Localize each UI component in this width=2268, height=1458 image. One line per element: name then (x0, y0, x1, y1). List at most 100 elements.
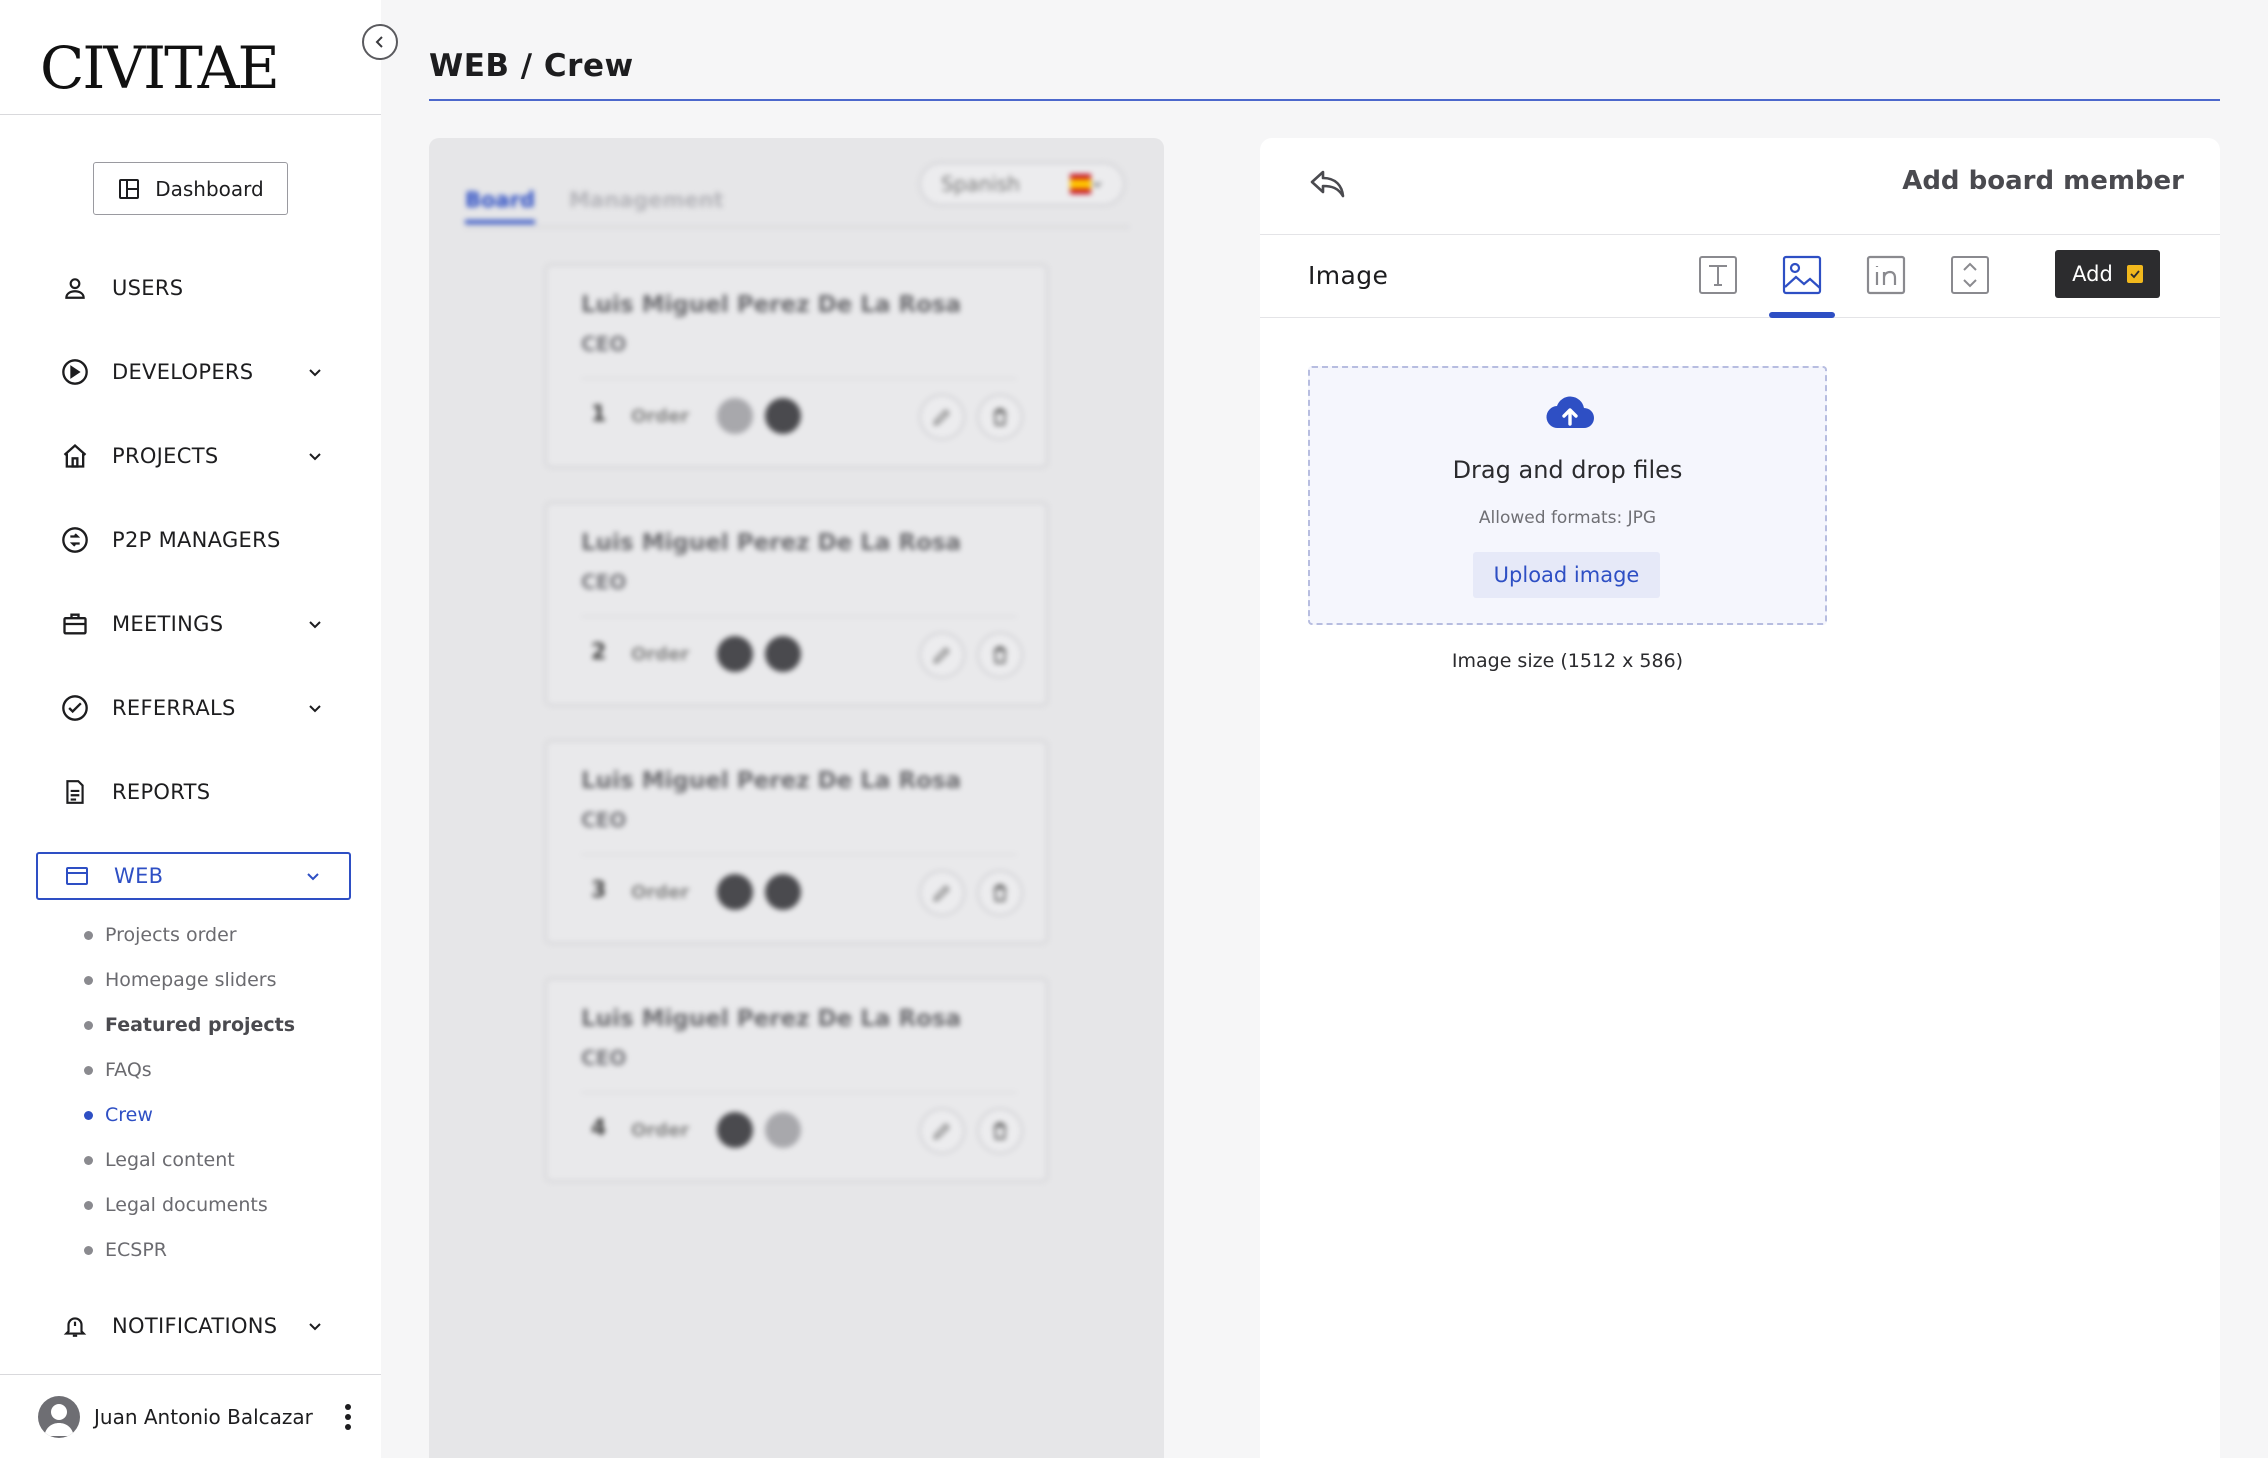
subnav-item-legal-documents[interactable]: Legal documents (84, 1190, 344, 1220)
text-section-button[interactable] (1696, 253, 1740, 297)
chevron-down-icon[interactable] (301, 610, 329, 638)
sidebar-item-p2p-managers[interactable]: P2P MANAGERS (36, 516, 351, 564)
collapse-sidebar-button[interactable] (362, 24, 398, 60)
sidebar-item-label: DEVELOPERS (112, 360, 254, 384)
p2p-icon (60, 525, 90, 555)
board-panel-content: Board Management Spanish Luis Miguel Per… (429, 138, 1164, 1458)
trash-icon (994, 408, 1006, 426)
add-button[interactable]: Add (2055, 250, 2160, 298)
subnav-label: Homepage sliders (105, 969, 277, 991)
check-circle-icon (60, 693, 90, 723)
divider (581, 1092, 1017, 1093)
chevron-down-icon[interactable] (301, 358, 329, 386)
chevron-down-icon[interactable] (301, 442, 329, 470)
avatar (38, 1396, 80, 1438)
edit-button[interactable] (919, 870, 965, 916)
member-name: Luis Miguel Perez De La Rosa (581, 292, 962, 318)
subnav-item-projects-order[interactable]: Projects order (84, 920, 344, 950)
trash-icon (994, 646, 1006, 664)
sidebar-item-projects[interactable]: PROJECTS (36, 432, 351, 480)
image-section-button[interactable] (1780, 253, 1824, 297)
back-button[interactable] (1306, 162, 1350, 206)
subnav-item-homepage-sliders[interactable]: Homepage sliders (84, 965, 344, 995)
member-name: Luis Miguel Perez De La Rosa (581, 1006, 962, 1032)
sidebar-item-users[interactable]: USERS (36, 264, 351, 312)
chevron-down-icon[interactable] (301, 1312, 329, 1340)
brand-logo: CIVITAE (40, 34, 280, 102)
move-down-button[interactable] (765, 1112, 801, 1148)
sidebar-item-developers[interactable]: DEVELOPERS (36, 348, 351, 396)
delete-button[interactable] (977, 394, 1023, 440)
pencil-icon (933, 647, 950, 664)
subnav-item-crew[interactable]: Crew (84, 1100, 344, 1130)
member-order-label: Order (631, 406, 690, 427)
bullet-icon (84, 1065, 93, 1075)
dashboard-label: Dashboard (155, 176, 264, 201)
trash-icon (994, 1122, 1006, 1140)
subnav-item-faqs[interactable]: FAQs (84, 1055, 344, 1085)
form-title: Add board member (1902, 166, 2184, 196)
member-role: CEO (581, 808, 627, 832)
subnav-item-legal-content[interactable]: Legal content (84, 1145, 344, 1175)
linkedin-icon (1866, 255, 1906, 295)
user-profile[interactable]: Juan Antonio Balcazar (38, 1394, 358, 1440)
edit-button[interactable] (919, 1108, 965, 1154)
tab-management[interactable]: Management (569, 188, 724, 212)
image-dropzone[interactable]: Drag and drop files Allowed formats: JPG… (1308, 366, 1827, 625)
upload-image-button[interactable]: Upload image (1473, 552, 1660, 598)
sidebar-item-reports[interactable]: REPORTS (36, 768, 351, 816)
browser-icon (62, 861, 92, 891)
sidebar-item-referrals[interactable]: REFERRALS (36, 684, 351, 732)
language-select[interactable]: Spanish (919, 162, 1125, 206)
kebab-menu-icon[interactable] (338, 1400, 358, 1434)
divider (581, 854, 1017, 855)
title-underline (429, 99, 2220, 101)
member-card: Luis Miguel Perez De La Rosa CEO 4 Order (545, 978, 1048, 1182)
sidebar-item-label: NOTIFICATIONS (112, 1314, 278, 1338)
move-up-button[interactable] (717, 398, 753, 434)
delete-button[interactable] (977, 632, 1023, 678)
move-up-button[interactable] (717, 874, 753, 910)
subnav-item-ecspr[interactable]: ECSPR (84, 1235, 344, 1265)
member-card: Luis Miguel Perez De La Rosa CEO 3 Order (545, 740, 1048, 944)
chevron-down-icon (1092, 181, 1102, 188)
dashboard-icon (119, 178, 140, 199)
move-up-button[interactable] (717, 636, 753, 672)
sidebar-item-notifications[interactable]: NOTIFICATIONS (36, 1302, 351, 1350)
order-section-button[interactable] (1948, 253, 1992, 297)
reply-arrow-icon (1310, 170, 1345, 198)
dashboard-button[interactable]: Dashboard (93, 162, 288, 215)
form-header: Add board member (1260, 138, 2220, 235)
bullet-icon (84, 930, 93, 940)
delete-button[interactable] (977, 870, 1023, 916)
sidebar-item-label: P2P MANAGERS (112, 528, 281, 552)
pencil-icon (933, 1123, 950, 1140)
sidebar-item-label: REPORTS (112, 780, 211, 804)
dropzone-title: Drag and drop files (1452, 456, 1683, 484)
subnav-label: Projects order (105, 924, 237, 946)
member-order-number: 3 (591, 878, 607, 903)
sidebar-item-meetings[interactable]: MEETINGS (36, 600, 351, 648)
move-down-button[interactable] (765, 636, 801, 672)
linkedin-section-button[interactable] (1864, 253, 1908, 297)
member-order-number: 4 (591, 1116, 607, 1141)
sidebar-item-web[interactable]: WEB (36, 852, 351, 900)
edit-button[interactable] (919, 394, 965, 440)
tab-board[interactable]: Board (465, 188, 535, 224)
move-down-button[interactable] (765, 874, 801, 910)
chevron-down-icon[interactable] (301, 694, 329, 722)
sidebar-item-label: USERS (112, 276, 184, 300)
bullet-icon (84, 975, 93, 985)
member-name: Luis Miguel Perez De La Rosa (581, 768, 962, 794)
move-down-button[interactable] (765, 398, 801, 434)
subnav-item-featured-projects[interactable]: Featured projects (84, 1010, 344, 1040)
member-order-label: Order (631, 882, 690, 903)
sidebar: CIVITAE Dashboard USERS DEVELOPERS PROJE… (0, 0, 381, 1458)
bell-icon (60, 1311, 90, 1341)
delete-button[interactable] (977, 1108, 1023, 1154)
edit-button[interactable] (919, 632, 965, 678)
add-member-panel: Add board member Image Add Drag and drop (1260, 138, 2220, 1458)
move-up-button[interactable] (717, 1112, 753, 1148)
board-panel: Board Management Spanish Luis Miguel Per… (429, 138, 1164, 1458)
chevron-down-icon[interactable] (299, 862, 327, 890)
